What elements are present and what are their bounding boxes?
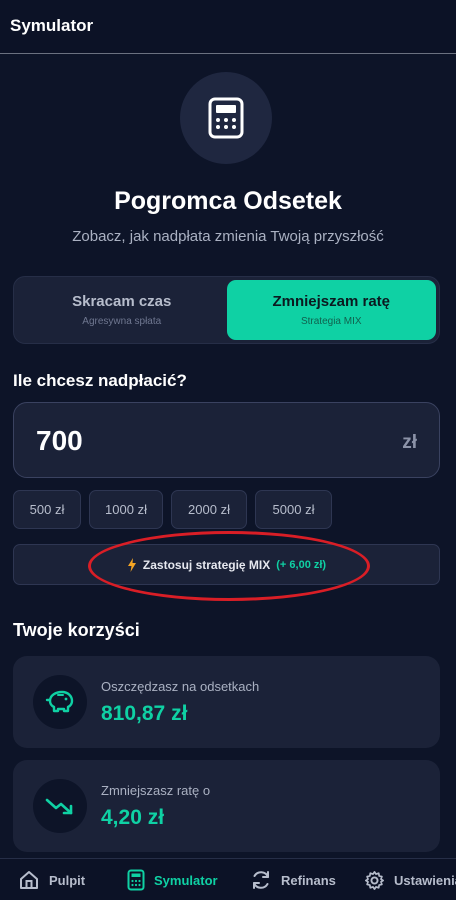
- overpay-amount-value: 700: [36, 425, 83, 456]
- preset-2000-button[interactable]: 2000 zł: [171, 490, 247, 529]
- mode-sublabel: Agresywna spłata: [82, 316, 162, 327]
- gear-icon: [365, 870, 384, 890]
- nav-item-ustawienia[interactable]: Ustawienia: [364, 859, 456, 900]
- page-subtitle: Zobacz, jak nadpłata zmienia Twoją przys…: [72, 228, 384, 245]
- benefit-label: Zmniejszasz ratę o: [101, 783, 211, 798]
- hero-icon-circle: [180, 72, 272, 164]
- benefits-title: Twoje korzyści: [13, 620, 140, 640]
- preset-1000-button[interactable]: 1000 zł: [89, 490, 163, 529]
- top-bar: Symulator: [0, 0, 456, 54]
- app-title: Symulator: [10, 16, 94, 35]
- mix-strategy-bonus: (+ 6,00 zł): [276, 558, 327, 571]
- mode-toggle: Skracam czas Agresywna spłata Zmniejszam…: [13, 276, 440, 344]
- nav-label: Symulator: [154, 872, 218, 888]
- benefit-label: Oszczędzasz na odsetkach: [101, 679, 260, 694]
- overpay-amount-input[interactable]: 700 zł: [13, 402, 440, 478]
- lightning-icon: [127, 557, 136, 572]
- mode-shorten-time-button[interactable]: Skracam czas Agresywna spłata: [17, 280, 227, 340]
- refresh-icon: [253, 871, 269, 889]
- nav-item-symulator[interactable]: Symulator: [127, 859, 218, 900]
- overpay-currency-unit: zł: [402, 432, 417, 453]
- nav-label: Refinans: [281, 872, 336, 888]
- nav-label: Pulpit: [49, 872, 86, 888]
- nav-label: Ustawienia: [394, 872, 456, 888]
- nav-item-pulpit[interactable]: Pulpit: [18, 859, 85, 900]
- mode-sublabel: Strategia MIX: [300, 316, 362, 327]
- mix-strategy-label: Zastosuj strategię MIX: [142, 557, 271, 572]
- calculator-icon: [208, 97, 244, 139]
- benefit-card-interest: Oszczędzasz na odsetkach 810,87 zł: [13, 656, 440, 748]
- nav-item-refinans[interactable]: Refinans: [250, 859, 336, 900]
- mode-label: Zmniejszam ratę: [272, 293, 391, 310]
- preset-500-button[interactable]: 500 zł: [13, 490, 81, 529]
- benefit-value: 810,87 zł: [101, 702, 188, 725]
- mode-reduce-rate-button[interactable]: Zmniejszam ratę Strategia MIX: [226, 280, 436, 340]
- piggy-bank-icon: [45, 690, 74, 713]
- benefit-icon-circle: [33, 675, 87, 729]
- home-icon: [20, 871, 38, 889]
- preset-5000-button[interactable]: 5000 zł: [255, 490, 332, 529]
- overpay-question: Ile chcesz nadpłacić?: [13, 371, 187, 390]
- mode-label: Skracam czas: [72, 293, 172, 310]
- benefit-value: 4,20 zł: [101, 806, 165, 829]
- benefit-card-rate: Zmniejszasz ratę o 4,20 zł: [13, 760, 440, 852]
- calculator-icon: [127, 869, 145, 891]
- page-title: Pogromca Odsetek: [114, 187, 342, 215]
- benefit-icon-circle: [33, 779, 87, 833]
- trend-down-icon: [45, 798, 73, 815]
- bottom-nav: Pulpit Symulator Refinans Ustawienia: [0, 858, 456, 900]
- apply-mix-strategy-button[interactable]: Zastosuj strategię MIX (+ 6,00 zł): [13, 544, 440, 585]
